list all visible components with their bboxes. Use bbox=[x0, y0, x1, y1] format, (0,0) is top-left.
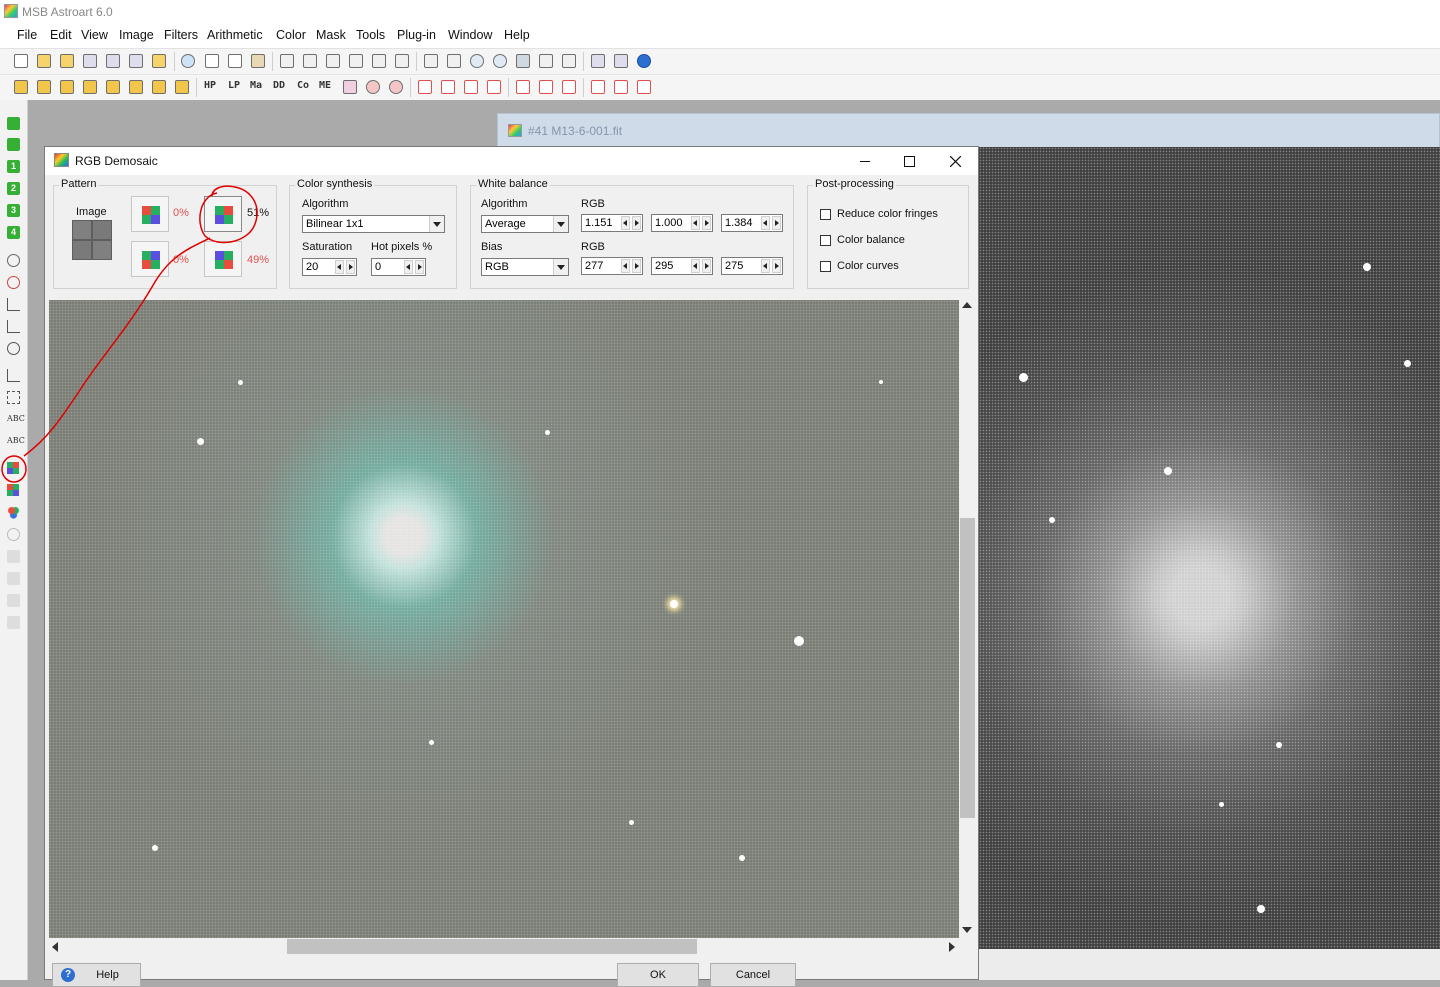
annotation-circle-toolbar bbox=[1, 455, 27, 483]
annotation-arrow-line bbox=[23, 237, 211, 457]
annotation-circle-pattern bbox=[199, 185, 258, 244]
annotation-overlay bbox=[1, 185, 258, 483]
